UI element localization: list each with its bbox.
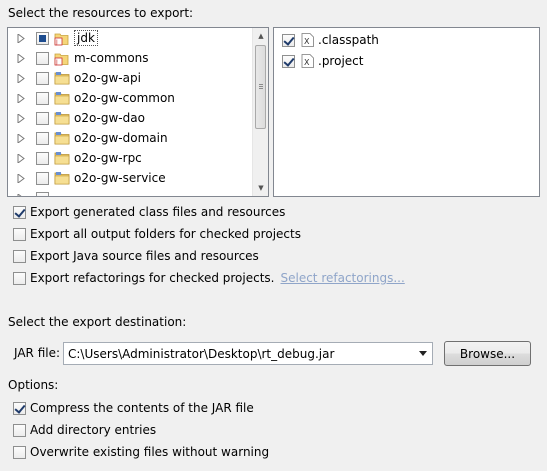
export-java-source-checkbox[interactable]: Export Java source files and resources bbox=[13, 247, 259, 265]
file-item-label: .classpath bbox=[318, 33, 379, 47]
svg-text:X: X bbox=[304, 58, 310, 67]
scroll-up-arrow-icon[interactable]: ▲ bbox=[253, 28, 268, 44]
compress-checkbox[interactable]: Compress the contents of the JAR file bbox=[13, 399, 254, 417]
select-refactorings-link[interactable]: Select refactorings... bbox=[280, 271, 404, 285]
tree-item-o2o-gw-domain[interactable]: o2o-gw-domain bbox=[8, 128, 258, 148]
folder-project-icon bbox=[54, 112, 70, 125]
expand-arrow-icon[interactable] bbox=[14, 148, 28, 168]
compress-check[interactable] bbox=[13, 401, 26, 415]
file-item-project[interactable]: X .project bbox=[282, 51, 363, 71]
folder-project-icon bbox=[54, 172, 70, 185]
xml-file-icon: X bbox=[301, 54, 314, 68]
tree-item-o2o-gw-api[interactable]: o2o-gw-api bbox=[8, 68, 258, 88]
folder-project-icon bbox=[54, 72, 70, 85]
svg-text:J: J bbox=[55, 39, 58, 46]
tree-item-label: o2o-gw-domain bbox=[74, 131, 168, 145]
export-output-folders-check[interactable] bbox=[13, 227, 26, 241]
library-project-icon: J bbox=[54, 33, 69, 46]
expand-arrow-icon[interactable] bbox=[14, 128, 28, 148]
tree-item-checkbox[interactable] bbox=[36, 31, 49, 45]
expand-arrow-icon[interactable] bbox=[14, 108, 28, 128]
export-output-folders-checkbox[interactable]: Export all output folders for checked pr… bbox=[13, 225, 301, 243]
jar-file-label: JAR file: bbox=[14, 346, 61, 360]
scroll-down-arrow-icon[interactable]: ▼ bbox=[253, 180, 268, 196]
file-item-checkbox[interactable] bbox=[282, 33, 295, 47]
file-item-label: .project bbox=[318, 54, 364, 68]
resources-label: Select the resources to export: bbox=[8, 6, 194, 20]
tree-item-label: jdk bbox=[74, 30, 98, 46]
tree-item-label: m-commons bbox=[74, 51, 149, 65]
export-refactorings-check[interactable] bbox=[13, 271, 26, 285]
file-item-classpath[interactable]: X .classpath bbox=[282, 30, 379, 50]
tree-item-checkbox[interactable] bbox=[36, 151, 49, 165]
directory-entries-checkbox[interactable]: Add directory entries bbox=[13, 421, 156, 439]
tree-item-checkbox[interactable] bbox=[36, 131, 49, 145]
project-tree[interactable]: Jjdk Jm-commons o2o-gw-api o2o-gw-common o2o… bbox=[7, 27, 269, 197]
overwrite-check[interactable] bbox=[13, 445, 26, 459]
expand-arrow-icon[interactable] bbox=[14, 48, 28, 68]
directory-entries-check[interactable] bbox=[13, 423, 26, 437]
svg-text:X: X bbox=[304, 37, 310, 46]
tree-item-label: o2o-gw-service bbox=[74, 171, 166, 185]
browse-button[interactable]: Browse... bbox=[444, 341, 531, 366]
expand-arrow-icon[interactable] bbox=[14, 28, 28, 48]
tree-item-checkbox[interactable] bbox=[36, 91, 49, 105]
expand-arrow-icon[interactable] bbox=[14, 88, 28, 108]
export-refactorings-checkbox[interactable]: Export refactorings for checked projects… bbox=[13, 269, 405, 287]
svg-text:J: J bbox=[55, 59, 58, 66]
expand-arrow-icon[interactable] bbox=[14, 168, 28, 188]
export-generated-check[interactable] bbox=[13, 205, 26, 219]
export-generated-checkbox[interactable]: Export generated class files and resourc… bbox=[13, 203, 285, 221]
file-list[interactable]: X .classpath X .project bbox=[273, 27, 540, 197]
tree-vertical-scrollbar[interactable]: ▲ ▼ bbox=[252, 28, 268, 196]
tree-item-checkbox[interactable] bbox=[36, 111, 49, 125]
tree-item-m-commons[interactable]: Jm-commons bbox=[8, 48, 258, 68]
tree-row-partial bbox=[8, 188, 258, 196]
folder-project-icon bbox=[54, 152, 70, 165]
tree-item-jdk[interactable]: Jjdk bbox=[8, 28, 258, 48]
library-project-icon: J bbox=[54, 53, 69, 66]
tree-item-label: o2o-gw-api bbox=[74, 71, 141, 85]
jar-file-input[interactable]: C:\Users\Administrator\Desktop\rt_debug.… bbox=[64, 347, 414, 361]
xml-file-icon: X bbox=[301, 33, 314, 47]
options-label: Options: bbox=[8, 378, 59, 392]
overwrite-checkbox[interactable]: Overwrite existing files without warning bbox=[13, 443, 269, 461]
tree-item-o2o-gw-rpc[interactable]: o2o-gw-rpc bbox=[8, 148, 258, 168]
tree-item-o2o-gw-service[interactable]: o2o-gw-service bbox=[8, 168, 258, 188]
tree-item-label: o2o-gw-common bbox=[74, 91, 175, 105]
tree-item-label: o2o-gw-dao bbox=[74, 111, 145, 125]
tree-item-checkbox[interactable] bbox=[36, 71, 49, 85]
tree-item-o2o-gw-dao[interactable]: o2o-gw-dao bbox=[8, 108, 258, 128]
folder-project-icon bbox=[54, 132, 70, 145]
tree-item-checkbox[interactable] bbox=[36, 171, 49, 185]
destination-label: Select the export destination: bbox=[8, 315, 187, 329]
tree-item-checkbox[interactable] bbox=[36, 51, 49, 65]
expand-arrow-icon[interactable] bbox=[14, 68, 28, 88]
tree-item-label: o2o-gw-rpc bbox=[74, 151, 142, 165]
tree-item-o2o-gw-common[interactable]: o2o-gw-common bbox=[8, 88, 258, 108]
chevron-down-icon[interactable] bbox=[414, 343, 432, 364]
folder-project-icon bbox=[54, 92, 70, 105]
scroll-thumb[interactable] bbox=[255, 45, 266, 129]
file-item-checkbox[interactable] bbox=[282, 54, 295, 68]
jar-file-combo[interactable]: C:\Users\Administrator\Desktop\rt_debug.… bbox=[63, 342, 433, 365]
export-java-source-check[interactable] bbox=[13, 249, 26, 263]
